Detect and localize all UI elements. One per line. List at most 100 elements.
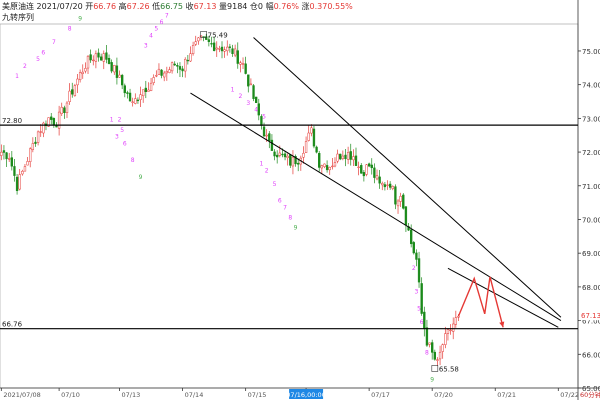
candle-body [286, 155, 289, 159]
candle-body [346, 152, 350, 160]
candle-body [29, 148, 32, 162]
candle-body [257, 103, 260, 116]
candlestick-chart[interactable]: 65.0066.0067.0068.0069.0070.0071.0072.00… [0, 0, 600, 400]
candle-body [71, 89, 74, 95]
candle-body [2, 150, 6, 153]
candle-body [454, 317, 458, 325]
candle-body [310, 127, 313, 134]
sequence-count-label: 2 [118, 117, 122, 124]
sequence-count-label: 6 [123, 140, 127, 147]
candle-body [178, 66, 182, 70]
x-tick-label: 07/22 [560, 391, 579, 399]
candle-body [291, 156, 295, 167]
candle-body [304, 141, 308, 153]
sequence-count-label: 4 [254, 107, 258, 114]
y-tick-label: 66.00 [582, 351, 600, 359]
candle-body [404, 206, 408, 226]
x-tick-label: 07/21 [497, 391, 516, 399]
candle-body [276, 154, 279, 158]
candle-body [388, 183, 392, 188]
candle-body [339, 153, 342, 160]
sequence-count-label: 8 [288, 214, 292, 221]
trend-line [253, 37, 562, 318]
x-tick-label: 07/15 [248, 391, 267, 399]
candle-body [375, 175, 379, 180]
candle-body [115, 65, 119, 78]
candle-body [0, 151, 3, 156]
candle-body [170, 62, 174, 72]
candle-body [449, 329, 452, 332]
sequence-count-label: 5 [154, 26, 158, 33]
candle-body [102, 53, 105, 62]
candle-body [302, 152, 305, 158]
trend-line [447, 267, 559, 328]
candle-body [57, 111, 61, 129]
candle-body [425, 327, 429, 346]
candle-body [31, 143, 35, 150]
candle-body [113, 65, 116, 73]
candle-body [36, 131, 40, 143]
sequence-count-label: 6 [420, 319, 424, 326]
candle-body [220, 46, 224, 52]
candle-body [163, 72, 166, 78]
candle-body [344, 154, 347, 160]
candle-body [318, 153, 321, 168]
candle-body [65, 102, 69, 114]
candle-body [247, 74, 250, 87]
y-tick-label: 75.00 [582, 48, 600, 56]
candle-body [155, 75, 158, 77]
candle-body [139, 94, 142, 100]
candle-body [270, 139, 274, 151]
sequence-count-label: 2 [265, 167, 269, 174]
candle-body [373, 167, 376, 178]
candle-body [110, 62, 113, 72]
candle-body [289, 154, 292, 166]
candle-body [173, 63, 176, 66]
candle-body [94, 53, 98, 62]
candle-body [92, 59, 95, 62]
candle-body [89, 54, 92, 61]
candle-body [328, 167, 331, 171]
sequence-count-label: 5 [417, 305, 421, 312]
candle-body [50, 116, 53, 120]
candle-body [212, 42, 216, 51]
candle-body [433, 351, 436, 360]
last-price-label: 67.13 [581, 312, 600, 320]
candle-body [226, 46, 229, 52]
candle-body [331, 165, 334, 168]
candle-body [39, 131, 42, 133]
candle-body [23, 166, 27, 172]
y-tick-label: 69.00 [582, 250, 600, 258]
y-tick-label: 70.00 [582, 216, 600, 224]
y-tick-label: 72.00 [582, 149, 600, 157]
sequence-count-label: 5 [262, 113, 266, 120]
annotation-label: 65.58 [439, 365, 459, 373]
x-tick-label: 07/16,00:00 [286, 391, 326, 399]
candle-body [233, 48, 237, 56]
x-tick-label: 2021/07/08 [3, 391, 40, 399]
sequence-count-label: 9 [139, 174, 143, 181]
candle-body [423, 311, 426, 329]
sequence-count-label: 1 [15, 73, 19, 80]
candle-body [241, 63, 245, 65]
candle-body [123, 85, 126, 94]
sequence-count-label: 1 [110, 117, 114, 124]
candle-body [86, 55, 90, 69]
forecast-path [457, 276, 504, 328]
candle-body [315, 146, 318, 153]
sequence-count-label: 8 [68, 26, 72, 33]
level-label: 72.80 [2, 117, 22, 125]
x-tick-label: 07/13 [122, 391, 141, 399]
candle-body [444, 333, 447, 345]
candle-body [357, 166, 360, 168]
candle-body [446, 329, 450, 334]
candle-body [26, 161, 29, 166]
candle-body [394, 186, 397, 205]
candle-body [323, 163, 326, 167]
candle-body [97, 52, 100, 58]
candle-body [386, 184, 389, 186]
candle-body [281, 153, 284, 156]
candle-body [228, 46, 232, 48]
sequence-count-label: 1 [231, 86, 235, 93]
candle-body [76, 78, 79, 86]
